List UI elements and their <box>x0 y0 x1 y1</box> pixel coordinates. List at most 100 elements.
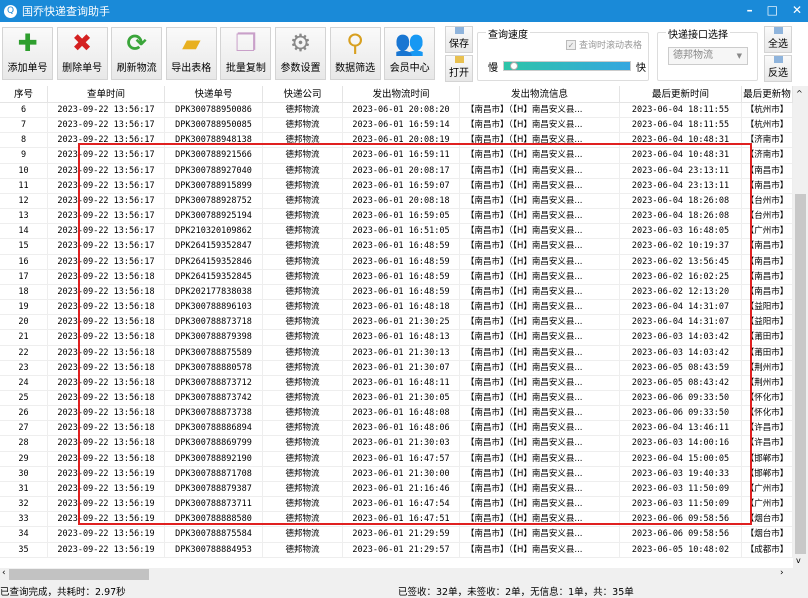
horizontal-scrollbar[interactable]: ‹ › <box>0 568 793 581</box>
column-header[interactable]: 发出物流信息 <box>460 86 620 102</box>
table-cell: 2023-06-03 11:50:09 <box>620 497 742 512</box>
table-row[interactable]: 11 2023-09-22 13:56:17 DPK300788915899 德邦物流… <box>0 178 793 194</box>
column-header[interactable]: 最后更新时间 <box>620 86 742 102</box>
maximize-button[interactable]: □ <box>767 3 778 17</box>
window-title: 国乔快递查询助手 <box>22 5 110 18</box>
table-cell: 德邦物流 <box>263 284 343 300</box>
table-cell: DPK300788925194 <box>165 209 263 224</box>
table-cell: 2023-09-22 13:56:17 <box>48 133 165 148</box>
column-header[interactable]: 快递公司 <box>263 86 343 102</box>
table-cell: 2023-06-06 09:33:50 <box>620 390 742 406</box>
table-row[interactable]: 27 2023-09-22 13:56:18 DPK300788886894 德邦物流… <box>0 421 793 437</box>
table-cell: 【南昌市】（【H】南昌安义县... <box>460 406 620 421</box>
table-row[interactable]: 34 2023-09-22 13:56:19 DPK300788875584 德邦物流… <box>0 527 793 543</box>
table-row[interactable]: 35 2023-09-22 13:56:19 DPK300788884953 德邦物流… <box>0 542 793 558</box>
table-row[interactable]: 6 2023-09-22 13:56:17 DPK300788950086 德邦物流 2… <box>0 103 793 119</box>
table-row[interactable]: 22 2023-09-22 13:56:18 DPK300788875589 德邦物流… <box>0 345 793 361</box>
vertical-scrollbar[interactable]: ^ v <box>793 86 808 568</box>
toolbar-button-0[interactable]: ✚ 添加单号 <box>2 27 53 80</box>
horizontal-scroll-thumb[interactable] <box>9 569 149 580</box>
table-row[interactable]: 19 2023-09-22 13:56:18 DPK300788896103 德邦物流… <box>0 300 793 316</box>
scroll-up-icon[interactable]: ^ <box>796 89 803 98</box>
table-cell: 31 <box>0 481 48 497</box>
table-row[interactable]: 15 2023-09-22 13:56:17 DPK264159352847 德邦物流… <box>0 239 793 255</box>
table-cell: 德邦物流 <box>263 269 343 284</box>
table-row[interactable]: 29 2023-09-22 13:56:18 DPK300788892190 德邦物流… <box>0 451 793 467</box>
table-cell: 2023-06-01 21:29:59 <box>343 527 460 542</box>
toolbar-button-6[interactable]: ⚲ 数据筛选 <box>329 27 381 80</box>
scroll-right-icon[interactable]: › <box>780 568 784 578</box>
table-row[interactable]: 32 2023-09-22 13:56:19 DPK300788873711 德邦物流… <box>0 497 793 513</box>
column-header[interactable]: 查单时间 <box>48 86 165 102</box>
table-cell: DPK300788873742 <box>165 390 263 406</box>
speed-slider[interactable] <box>503 61 631 71</box>
scroll-down-icon[interactable]: v <box>796 556 801 565</box>
api-select-dropdown[interactable]: 德邦物流 ▼ <box>668 47 748 65</box>
table-cell: 2023-06-01 16:48:18 <box>343 300 460 315</box>
table-cell: 德邦物流 <box>263 254 343 269</box>
table-row[interactable]: 23 2023-09-22 13:56:18 DPK300788880578 德邦物流… <box>0 360 793 376</box>
table-cell: 30 <box>0 466 48 481</box>
table-cell: 德邦物流 <box>263 527 343 542</box>
table-row[interactable]: 33 2023-09-22 13:56:19 DPK300788888580 德邦物流… <box>0 512 793 528</box>
column-header[interactable]: 序号 <box>0 86 48 102</box>
table-cell: DPK300788915899 <box>165 178 263 193</box>
close-button[interactable]: ✕ <box>792 3 802 17</box>
table-row[interactable]: 25 2023-09-22 13:56:18 DPK300788873742 德邦物流… <box>0 390 793 407</box>
table-cell: 【烟台市】 <box>742 512 793 527</box>
save-button[interactable]: 保存 <box>445 26 473 53</box>
table-cell: DPK300788928752 <box>165 193 263 209</box>
table-row[interactable]: 28 2023-09-22 13:56:18 DPK300788869799 德邦物流… <box>0 436 793 452</box>
column-header[interactable]: 快递单号 <box>165 86 263 102</box>
table-row[interactable]: 30 2023-09-22 13:56:19 DPK300788871708 德邦物流… <box>0 466 793 482</box>
table-row[interactable]: 26 2023-09-22 13:56:18 DPK300788873738 德邦物流… <box>0 406 793 422</box>
vertical-scroll-thumb[interactable] <box>795 194 806 554</box>
table-cell: 2023-06-01 20:08:18 <box>343 193 460 209</box>
table-cell: 2023-06-03 11:50:09 <box>620 481 742 497</box>
table-row[interactable]: 10 2023-09-22 13:56:17 DPK300788927040 德邦物流… <box>0 163 793 179</box>
toolbar-button-3[interactable]: ▰ 导出表格 <box>165 27 217 80</box>
table-cell: 2023-06-04 13:46:11 <box>620 421 742 436</box>
open-button[interactable]: 打开 <box>445 55 473 82</box>
table-row[interactable]: 17 2023-09-22 13:56:18 DPK264159352845 德邦物流… <box>0 269 793 285</box>
table-cell: 德邦物流 <box>263 148 343 163</box>
table-row[interactable]: 18 2023-09-22 13:56:18 DPK202177838038 德邦物流… <box>0 284 793 301</box>
speed-slider-thumb[interactable] <box>510 62 518 70</box>
toolbar-button-1[interactable]: ✖ 删除单号 <box>56 27 108 80</box>
table-cell: 德邦物流 <box>263 542 343 557</box>
invert-select-button[interactable]: 反选 <box>764 55 792 82</box>
table-cell: 2023-06-06 09:58:56 <box>620 512 742 527</box>
scroll-left-icon[interactable]: ‹ <box>2 568 6 578</box>
table-cell: 【南昌市】（【H】南昌安义县... <box>460 178 620 193</box>
toolbar-button-4[interactable]: ❐ 批量复制 <box>220 27 272 80</box>
table-row[interactable]: 21 2023-09-22 13:56:18 DPK300788879398 德邦物流… <box>0 330 793 346</box>
table-cell: 德邦物流 <box>263 178 343 193</box>
table-cell: 2023-06-04 18:26:08 <box>620 193 742 209</box>
scroll-table-checkbox[interactable]: ✓ 查询时滚动表格 <box>565 38 642 51</box>
table-row[interactable]: 13 2023-09-22 13:56:17 DPK300788925194 德邦物流… <box>0 209 793 225</box>
table-cell: 2023-06-01 21:30:13 <box>343 345 460 360</box>
minimize-button[interactable]: – <box>747 3 753 17</box>
toolbar-button-7[interactable]: 👥 会员中心 <box>384 27 436 80</box>
select-all-button[interactable]: 全选 <box>764 26 792 53</box>
column-header[interactable]: 发出物流时间 <box>343 86 460 102</box>
table-row[interactable]: 16 2023-09-22 13:56:17 DPK264159352846 德邦物流… <box>0 254 793 270</box>
table-row[interactable]: 7 2023-09-22 13:56:17 DPK300788950085 德邦物流 2… <box>0 118 793 134</box>
invert-select-icon <box>773 56 783 63</box>
table-cell: DPK300788875584 <box>165 527 263 542</box>
toolbar-button-2[interactable]: ⟳ 刷新物流 <box>111 27 163 80</box>
table-cell: 2023-06-03 14:03:42 <box>620 330 742 345</box>
table-row[interactable]: 20 2023-09-22 13:56:18 DPK300788873718 德邦物流… <box>0 315 793 331</box>
toolbar-button-5[interactable]: ⚙ 参数设置 <box>275 27 326 80</box>
table-row[interactable]: 8 2023-09-22 13:56:17 DPK300788948138 德邦物流 2… <box>0 133 793 149</box>
column-header[interactable]: 最后更新物 <box>742 86 793 102</box>
table-row[interactable]: 14 2023-09-22 13:56:17 DPK210320109862 德邦物流… <box>0 224 793 240</box>
table-row[interactable]: 31 2023-09-22 13:56:19 DPK300788879387 德邦物流… <box>0 481 793 498</box>
table-cell: 23 <box>0 360 48 375</box>
table-cell: 2023-06-01 20:08:20 <box>343 103 460 118</box>
table-row[interactable]: 12 2023-09-22 13:56:17 DPK300788928752 德邦物流… <box>0 193 793 210</box>
table-cell: 【邯郸市】 <box>742 451 793 466</box>
table-cell: 德邦物流 <box>263 239 343 254</box>
table-row[interactable]: 24 2023-09-22 13:56:18 DPK300788873712 德邦物流… <box>0 375 793 391</box>
table-row[interactable]: 9 2023-09-22 13:56:17 DPK300788921566 德邦物流 2… <box>0 148 793 164</box>
